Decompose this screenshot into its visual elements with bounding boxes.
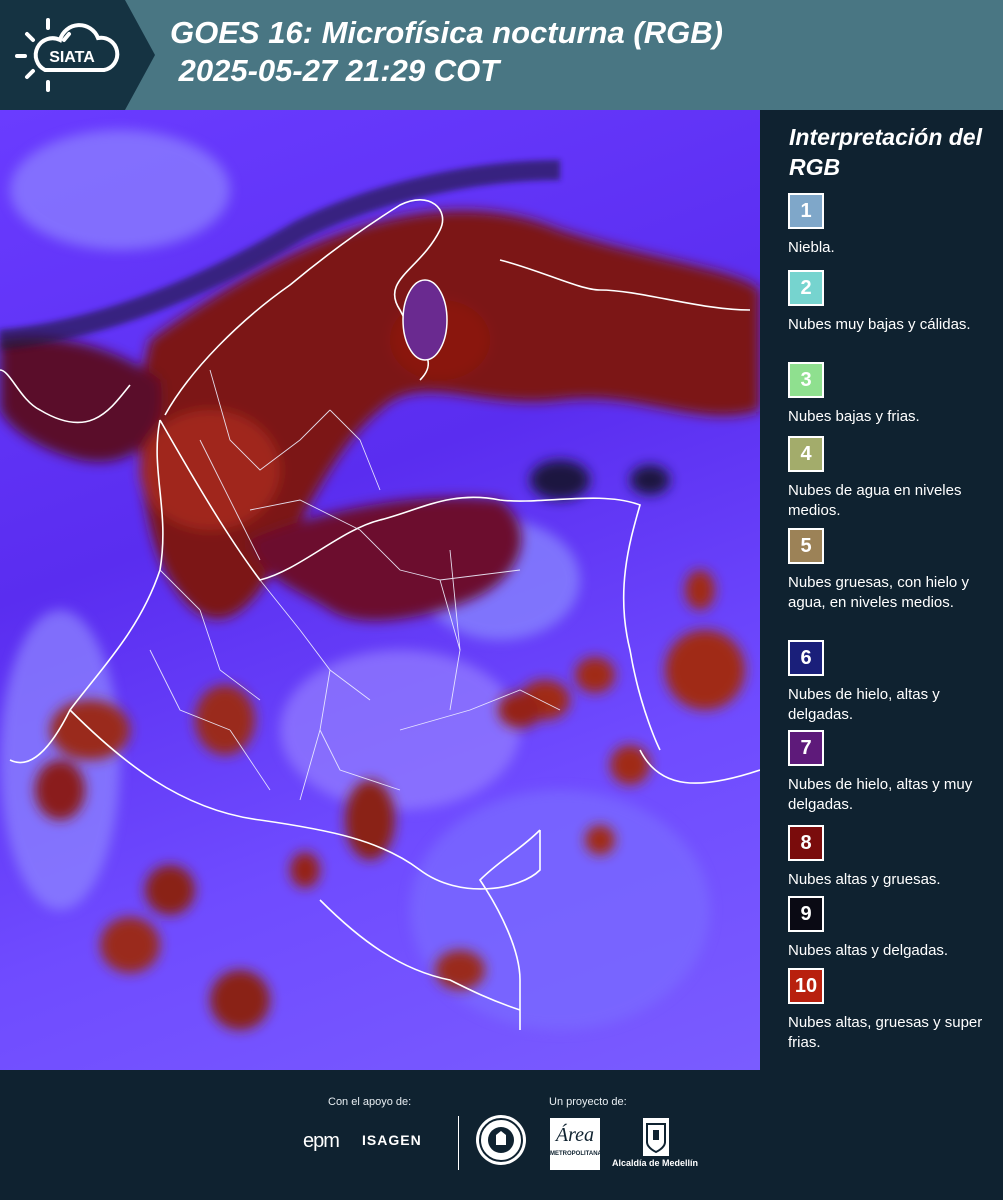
siata-logo[interactable]: SIATA xyxy=(0,0,155,110)
legend-label-3: Nubes bajas y frias. xyxy=(788,408,920,425)
page-title: GOES 16: Microfísica nocturna (RGB) 2025… xyxy=(170,14,723,90)
isagen-logo[interactable]: ISAGEN xyxy=(362,1132,422,1148)
legend-swatch-4: 4 xyxy=(788,436,824,472)
seal-icon[interactable] xyxy=(476,1115,526,1165)
legend-number-4: 4 xyxy=(800,442,812,465)
legend-item-9: 9 Nubes altas y delgadas. xyxy=(788,896,998,961)
project-label: Un proyecto de: xyxy=(549,1096,627,1108)
medellin-shield-icon[interactable] xyxy=(643,1118,669,1156)
legend-item-10: 10 Nubes altas, gruesas y super frias. xyxy=(788,968,998,1053)
legend-swatch-5: 5 xyxy=(788,528,824,564)
support-label: Con el apoyo de: xyxy=(328,1096,412,1108)
legend-swatch-1: 1 xyxy=(788,193,824,229)
area-metropolitana-logo[interactable]: Área METROPOLITANA xyxy=(550,1118,602,1170)
legend-item-4: 4 Nubes de agua en niveles medios. xyxy=(788,436,998,521)
legend-label-1: Niebla. xyxy=(788,239,835,256)
legend-number-1: 1 xyxy=(800,199,812,222)
legend-label-7: Nubes de hielo, altas y muy delgadas. xyxy=(788,776,973,813)
legend-number-3: 3 xyxy=(800,368,812,391)
legend-number-8: 8 xyxy=(800,831,812,854)
legend-item-2: 2 Nubes muy bajas y cálidas. xyxy=(788,270,998,335)
footer: Con el apoyo de: Un proyecto de: epm ISA… xyxy=(0,1070,1003,1200)
legend-swatch-9: 9 xyxy=(788,896,824,932)
area-logo-text: Área xyxy=(555,1124,595,1146)
satellite-map[interactable] xyxy=(0,110,760,1070)
legend-item-6: 6 Nubes de hielo, altas y delgadas. xyxy=(788,640,998,725)
legend-number-10: 10 xyxy=(794,974,818,997)
legend-panel: Interpretación del RGB 1 Niebla. 2 Nubes… xyxy=(775,110,1003,1070)
legend-swatch-8: 8 xyxy=(788,825,824,861)
legend-number-2: 2 xyxy=(800,276,812,299)
legend-number-7: 7 xyxy=(800,736,812,759)
area-logo-sub: METROPOLITANA xyxy=(550,1151,602,1157)
legend-label-5: Nubes gruesas, con hielo y agua, en nive… xyxy=(788,574,969,611)
legend-swatch-6: 6 xyxy=(788,640,824,676)
legend-item-3: 3 Nubes bajas y frias. xyxy=(788,362,998,427)
legend-label-2: Nubes muy bajas y cálidas. xyxy=(788,316,971,333)
legend-number-5: 5 xyxy=(800,534,812,557)
legend-item-8: 8 Nubes altas y gruesas. xyxy=(788,825,998,890)
legend-swatch-7: 7 xyxy=(788,730,824,766)
legend-number-6: 6 xyxy=(800,646,812,669)
legend-number-9: 9 xyxy=(800,902,812,925)
legend-label-8: Nubes altas y gruesas. xyxy=(788,871,941,888)
medellin-label: Alcaldía de Medellín xyxy=(612,1158,699,1168)
logo-text: SIATA xyxy=(49,49,95,66)
legend-title: Interpretación del RGB xyxy=(789,124,982,180)
title-line-1: GOES 16: Microfísica nocturna (RGB) xyxy=(170,15,723,50)
legend-swatch-3: 3 xyxy=(788,362,824,398)
legend-label-9: Nubes altas y delgadas. xyxy=(788,942,949,959)
header-bar: SIATA GOES 16: Microfísica nocturna (RGB… xyxy=(0,0,1003,110)
legend-item-5: 5 Nubes gruesas, con hielo y agua, en ni… xyxy=(788,528,998,613)
epm-logo[interactable]: epm xyxy=(303,1130,340,1153)
legend-label-4: Nubes de agua en niveles medios. xyxy=(788,482,962,519)
legend-item-7: 7 Nubes de hielo, altas y muy delgadas. xyxy=(788,730,998,815)
legend-label-10: Nubes altas, gruesas y super frias. xyxy=(788,1014,983,1051)
legend-swatch-10: 10 xyxy=(788,968,824,1004)
legend-label-6: Nubes de hielo, altas y delgadas. xyxy=(788,686,940,723)
footer-divider xyxy=(458,1116,459,1170)
legend-swatch-2: 2 xyxy=(788,270,824,306)
legend-item-1: 1 Niebla. xyxy=(788,193,998,258)
title-line-2: 2025-05-27 21:29 COT xyxy=(170,53,500,88)
